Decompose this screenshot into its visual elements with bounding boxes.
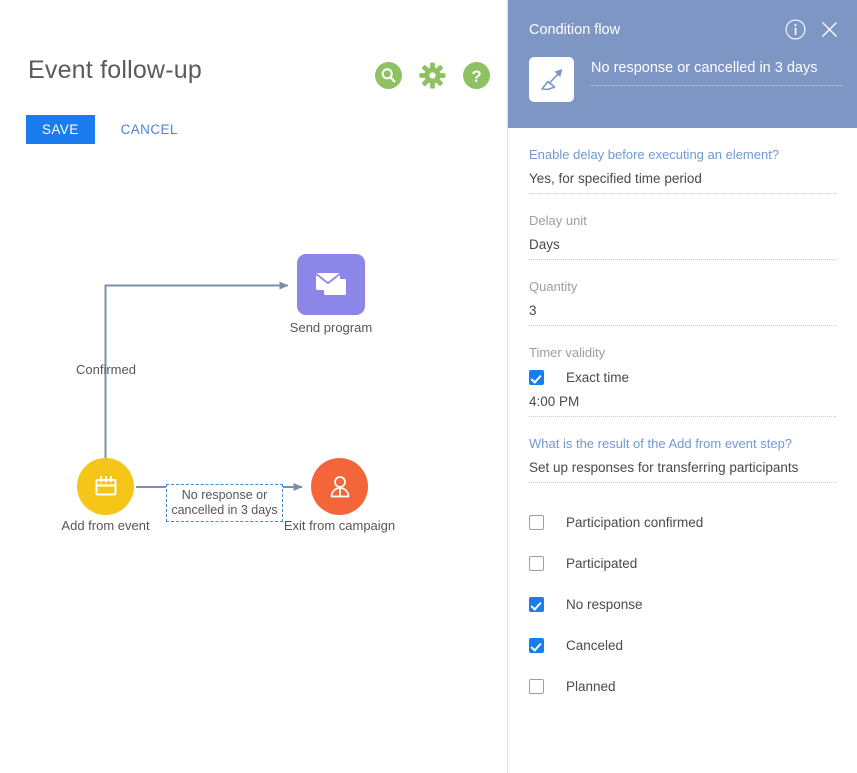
checkbox-label: Participation confirmed xyxy=(566,515,704,530)
field-label-enable-delay[interactable]: Enable delay before executing an element… xyxy=(529,147,836,162)
checkbox-label: No response xyxy=(566,597,643,612)
field-value-delay-unit[interactable]: Days xyxy=(529,228,836,260)
checkbox-exact-time[interactable]: Exact time xyxy=(529,370,836,385)
calendar-icon xyxy=(95,475,116,495)
panel-body: Enable delay before executing an element… xyxy=(508,147,857,694)
checkbox-box[interactable] xyxy=(529,679,544,694)
field-label-delay-unit: Delay unit xyxy=(529,213,587,228)
field-label-quantity: Quantity xyxy=(529,279,578,294)
checkbox-participated[interactable]: Participated xyxy=(529,556,836,571)
flow-connectors xyxy=(104,281,303,491)
arrow-diagonal-icon xyxy=(529,57,574,102)
checkbox-box[interactable] xyxy=(529,515,544,530)
checkbox-participation-confirmed[interactable]: Participation confirmed xyxy=(529,515,836,530)
campaign-canvas: Event follow-up ? SAVE CANCEL Send progr… xyxy=(0,0,507,773)
flow-node-label: Send program xyxy=(289,320,373,335)
edge-label-line-1: No response or xyxy=(181,488,268,502)
field-result-of-step: What is the result of the Add from event… xyxy=(529,436,836,483)
panel-flow-name-field[interactable]: No response or cancelled in 3 days xyxy=(591,60,843,86)
checkbox-box[interactable] xyxy=(529,638,544,653)
checkbox-label: Participated xyxy=(566,556,638,571)
field-timer-validity: Timer validity Exact time 4:00 PM xyxy=(529,345,836,417)
edge-label-condition[interactable]: No response or cancelled in 3 days xyxy=(166,484,283,522)
checkbox-label: Canceled xyxy=(566,638,624,653)
checkbox-canceled[interactable]: Canceled xyxy=(529,638,836,653)
edge-label-line-2: cancelled in 3 days xyxy=(171,503,278,517)
flow-node-exit-from-campaign[interactable]: Exit from campaign xyxy=(284,458,395,533)
field-underline xyxy=(591,85,843,86)
flow-diagram: Send program Add from event Exit from ca… xyxy=(0,0,507,773)
flow-node-send-program[interactable]: Send program xyxy=(290,254,372,335)
checkbox-label: Exact time xyxy=(566,370,630,385)
flow-node-add-from-event[interactable]: Add from event xyxy=(61,458,150,533)
field-label-timer-validity: Timer validity xyxy=(529,345,606,360)
info-icon[interactable] xyxy=(785,19,806,40)
checkbox-box[interactable] xyxy=(529,556,544,571)
checkbox-label: Planned xyxy=(566,679,616,694)
checkbox-planned[interactable]: Planned xyxy=(529,679,836,694)
panel-flow-name-value[interactable]: No response or cancelled in 3 days xyxy=(591,60,843,85)
field-value-quantity[interactable]: 3 xyxy=(529,294,836,326)
condition-flow-panel: Condition flow No response or cancelled … xyxy=(507,0,857,773)
field-value-enable-delay[interactable]: Yes, for specified time period xyxy=(529,162,836,194)
edge-label-confirmed[interactable]: Confirmed xyxy=(76,362,136,377)
field-label-result-of-step[interactable]: What is the result of the Add from event… xyxy=(529,436,836,451)
checkbox-no-response[interactable]: No response xyxy=(529,597,836,612)
panel-header: Condition flow No response or cancelled … xyxy=(508,0,857,128)
checkbox-box[interactable] xyxy=(529,370,544,385)
field-value-result-of-step[interactable]: Set up responses for transferring partic… xyxy=(529,451,836,483)
envelope-icon xyxy=(315,272,346,295)
field-enable-delay: Enable delay before executing an element… xyxy=(529,147,836,194)
result-options-list: Participation confirmed Participated No … xyxy=(529,515,836,694)
field-quantity: Quantity 3 xyxy=(529,279,836,326)
field-value-exact-time[interactable]: 4:00 PM xyxy=(529,385,836,417)
checkbox-box[interactable] xyxy=(529,597,544,612)
panel-title: Condition flow xyxy=(529,22,621,38)
close-icon[interactable] xyxy=(819,19,840,40)
person-icon xyxy=(330,475,349,497)
field-delay-unit: Delay unit Days xyxy=(529,213,836,260)
